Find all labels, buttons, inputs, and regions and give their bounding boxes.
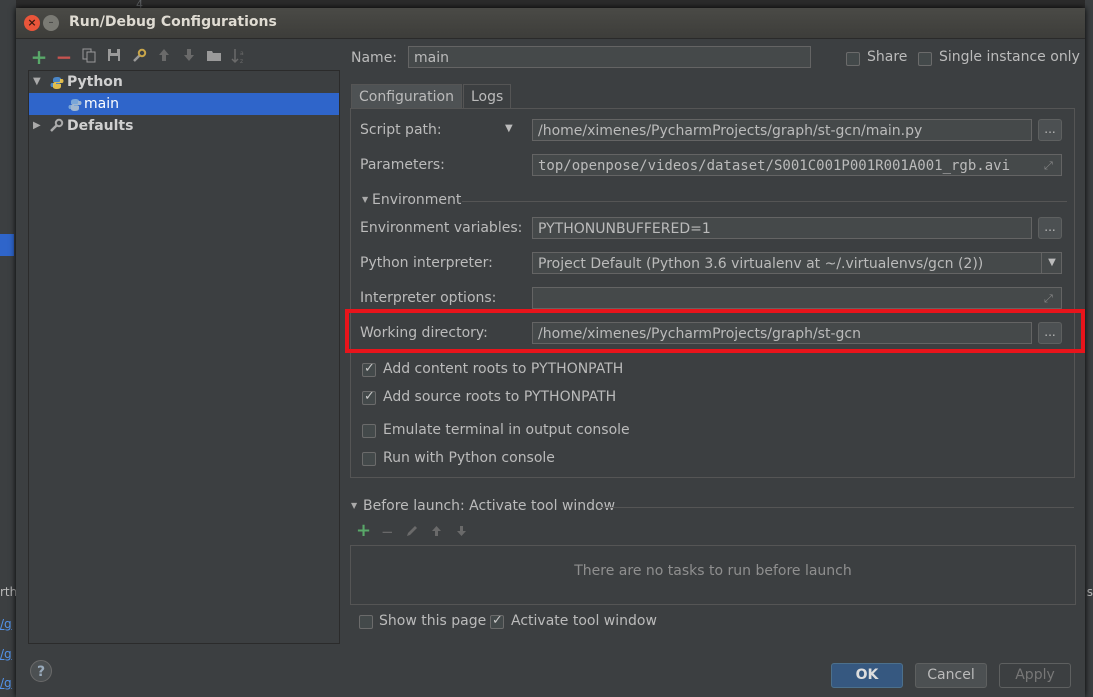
collapsed-arrow-icon[interactable]: ▶ bbox=[33, 115, 41, 137]
tab-logs[interactable]: Logs bbox=[463, 84, 512, 109]
expand-parameters-icon[interactable]: ⤢ bbox=[1044, 159, 1053, 173]
before-launch-collapse-icon[interactable]: ▼ bbox=[351, 501, 357, 510]
tab-configuration[interactable]: Configuration bbox=[351, 84, 462, 109]
red-highlight-box bbox=[345, 309, 1085, 353]
title-bar: × – Run/Debug Configurations bbox=[16, 8, 1085, 39]
expanded-arrow-icon[interactable]: ▼ bbox=[33, 71, 41, 93]
environment-section-label: Environment bbox=[372, 192, 462, 208]
parameters-label: Parameters: bbox=[360, 157, 445, 173]
before-launch-tasks-list: There are no tasks to run before launch bbox=[350, 545, 1076, 605]
tree-item-python[interactable]: ▼ Python bbox=[29, 71, 339, 93]
python-interpreter-select[interactable]: Project Default (Python 3.6 virtualenv a… bbox=[532, 252, 1062, 274]
env-vars-field[interactable]: PYTHONUNBUFFERED=1 bbox=[532, 217, 1032, 239]
python-icon bbox=[50, 75, 64, 89]
background-link: /g bbox=[0, 647, 12, 661]
single-instance-label: Single instance only bbox=[939, 49, 1080, 65]
close-window-button[interactable]: × bbox=[24, 15, 40, 31]
interpreter-options-label: Interpreter options: bbox=[360, 290, 497, 306]
ok-button[interactable]: OK bbox=[831, 663, 903, 688]
edit-env-vars-button[interactable]: ... bbox=[1038, 217, 1062, 239]
add-task-icon[interactable]: + bbox=[356, 520, 371, 541]
edit-defaults-icon[interactable] bbox=[130, 48, 148, 66]
content-roots-label: Add content roots to PYTHONPATH bbox=[383, 361, 624, 377]
svg-text:z: z bbox=[240, 58, 243, 64]
background-selection bbox=[0, 234, 14, 256]
help-icon[interactable]: ? bbox=[30, 660, 52, 682]
before-launch-separator bbox=[600, 507, 1074, 508]
tree-item-defaults[interactable]: ▶ Defaults bbox=[29, 115, 339, 137]
folder-icon[interactable] bbox=[205, 48, 223, 66]
move-task-down-icon[interactable] bbox=[456, 523, 467, 541]
copy-configuration-icon[interactable] bbox=[80, 48, 98, 66]
parameters-field[interactable]: top/openpose/videos/dataset/S001C001P001… bbox=[532, 154, 1062, 176]
run-debug-dialog: × – Run/Debug Configurations + − az ▼ Py… bbox=[16, 8, 1085, 697]
background-link: /g bbox=[0, 676, 12, 690]
no-tasks-text: There are no tasks to run before launch bbox=[574, 563, 852, 579]
before-launch-label: Before launch: Activate tool window bbox=[363, 498, 616, 514]
minimize-window-button[interactable]: – bbox=[43, 15, 59, 31]
show-page-label: Show this page bbox=[379, 613, 487, 629]
background-text: s bbox=[1086, 585, 1093, 599]
name-field[interactable]: main bbox=[408, 46, 811, 68]
script-path-label: Script path: bbox=[360, 122, 442, 138]
background-link: /g bbox=[0, 617, 12, 631]
activate-tool-window-label: Activate tool window bbox=[511, 613, 657, 629]
share-checkbox[interactable] bbox=[846, 52, 860, 66]
background-ide-right: s bbox=[1085, 0, 1093, 697]
move-down-icon[interactable] bbox=[180, 48, 198, 66]
python-console-label: Run with Python console bbox=[383, 450, 555, 466]
dialog-title: Run/Debug Configurations bbox=[69, 14, 277, 30]
script-type-dropdown-icon[interactable]: ▼ bbox=[505, 123, 513, 134]
sort-icon[interactable]: az bbox=[230, 48, 248, 66]
move-task-up-icon[interactable] bbox=[431, 523, 442, 541]
tree-item-label: Defaults bbox=[67, 118, 134, 134]
name-label: Name: bbox=[351, 50, 398, 66]
emulate-terminal-checkbox[interactable] bbox=[362, 424, 376, 438]
content-roots-checkbox[interactable] bbox=[362, 361, 376, 377]
single-instance-checkbox[interactable] bbox=[918, 52, 932, 66]
parameters-value: top/openpose/videos/dataset/S001C001P001… bbox=[538, 158, 1011, 174]
edit-task-icon[interactable] bbox=[406, 523, 418, 541]
activate-tool-window-checkbox[interactable] bbox=[490, 613, 504, 629]
interpreter-options-field[interactable] bbox=[532, 287, 1062, 309]
emulate-terminal-label: Emulate terminal in output console bbox=[383, 422, 630, 438]
browse-script-button[interactable]: ... bbox=[1038, 119, 1062, 141]
python-run-icon bbox=[68, 97, 82, 111]
expand-options-icon[interactable]: ⤢ bbox=[1044, 292, 1053, 306]
remove-configuration-icon[interactable]: − bbox=[55, 47, 73, 67]
env-vars-label: Environment variables: bbox=[360, 220, 523, 236]
remove-task-icon[interactable]: − bbox=[381, 523, 394, 541]
tree-item-label: main bbox=[84, 96, 119, 112]
python-interpreter-value: Project Default (Python 3.6 virtualenv a… bbox=[538, 256, 984, 272]
add-configuration-icon[interactable]: + bbox=[30, 47, 48, 67]
chevron-down-icon[interactable]: ▼ bbox=[1041, 252, 1062, 274]
cancel-button[interactable]: Cancel bbox=[915, 663, 987, 688]
environment-collapse-icon[interactable]: ▼ bbox=[362, 195, 368, 204]
script-path-field[interactable]: /home/ximenes/PycharmProjects/graph/st-g… bbox=[532, 119, 1032, 141]
show-page-checkbox[interactable] bbox=[359, 615, 373, 629]
wrench-icon bbox=[49, 115, 64, 137]
source-roots-checkbox[interactable] bbox=[362, 389, 376, 405]
tree-item-main[interactable]: main bbox=[29, 93, 339, 115]
background-text: rth bbox=[0, 585, 18, 599]
background-ide-top: 4 bbox=[16, 0, 1085, 11]
python-console-checkbox[interactable] bbox=[362, 452, 376, 466]
svg-text:a: a bbox=[240, 50, 244, 57]
tree-item-label: Python bbox=[67, 74, 123, 90]
configuration-tree: ▼ Python main ▶ Defaults bbox=[28, 70, 340, 644]
environment-separator bbox=[462, 201, 1067, 202]
move-up-icon[interactable] bbox=[155, 48, 173, 66]
source-roots-label: Add source roots to PYTHONPATH bbox=[383, 389, 617, 405]
apply-button[interactable]: Apply bbox=[999, 663, 1071, 688]
background-ide-left: rth /g /g /g bbox=[0, 0, 18, 697]
save-configuration-icon[interactable] bbox=[105, 48, 123, 66]
python-interpreter-label: Python interpreter: bbox=[360, 255, 493, 271]
share-label: Share bbox=[867, 49, 908, 65]
